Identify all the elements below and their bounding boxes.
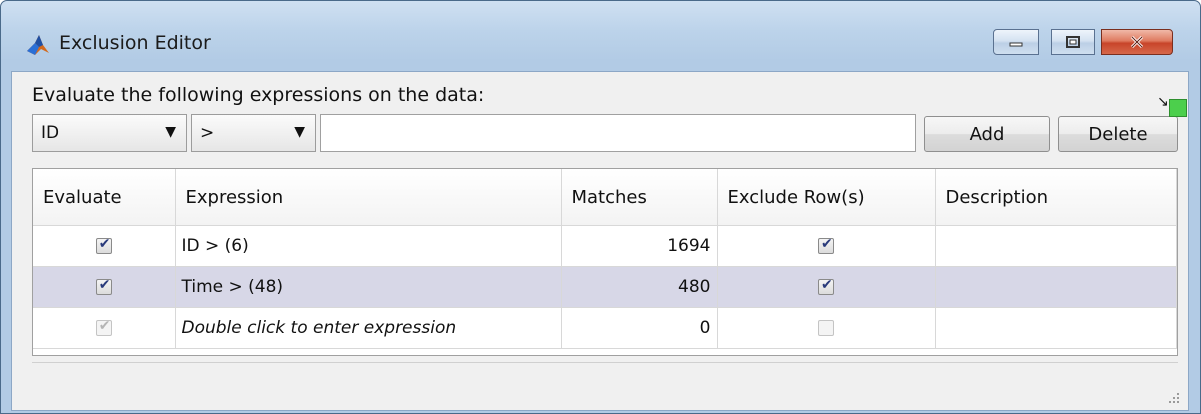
evaluate-checkbox[interactable]: ✔ bbox=[95, 277, 112, 295]
check-icon: ✔ bbox=[821, 236, 833, 252]
exclusion-editor-window: Exclusion Editor Evaluate the following … bbox=[0, 0, 1201, 414]
expression-cell[interactable]: Time > (48) bbox=[175, 266, 562, 308]
exclude-cell bbox=[717, 307, 936, 349]
evaluate-cell: ✔ bbox=[33, 307, 176, 349]
exclude-checkbox-disabled bbox=[818, 320, 834, 336]
status-area bbox=[32, 362, 1178, 403]
operator-select-value: > bbox=[200, 123, 215, 143]
table-header-row: Evaluate Expression Matches Exclude Row(… bbox=[33, 169, 1177, 226]
resize-grip-icon[interactable] bbox=[1166, 390, 1180, 404]
check-icon: ✔ bbox=[98, 318, 111, 334]
close-icon bbox=[1130, 35, 1144, 49]
close-button[interactable] bbox=[1101, 29, 1173, 55]
expression-table: Evaluate Expression Matches Exclude Row(… bbox=[32, 168, 1178, 356]
check-icon: ✔ bbox=[821, 277, 833, 293]
exclude-cell[interactable]: ✔ bbox=[717, 225, 936, 267]
maximize-button[interactable] bbox=[1051, 29, 1095, 55]
description-cell[interactable] bbox=[935, 225, 1177, 267]
table-row[interactable]: ✔ Time > (48) 480 ✔ bbox=[33, 266, 1177, 308]
column-header-evaluate[interactable]: Evaluate bbox=[33, 169, 176, 226]
window-title: Exclusion Editor bbox=[59, 32, 211, 54]
evaluate-checkbox-disabled: ✔ bbox=[95, 318, 112, 336]
status-indicator bbox=[1169, 99, 1187, 117]
collapse-arrow-icon[interactable]: ↘ bbox=[1157, 94, 1169, 110]
table-row-placeholder[interactable]: ✔ Double click to enter expression 0 bbox=[33, 307, 1177, 349]
delete-button[interactable]: Delete bbox=[1058, 116, 1178, 152]
expression-placeholder-cell[interactable]: Double click to enter expression bbox=[175, 307, 562, 349]
evaluate-cell[interactable]: ✔ bbox=[33, 225, 176, 267]
exclude-cell[interactable]: ✔ bbox=[717, 266, 936, 308]
description-cell[interactable] bbox=[935, 307, 1177, 349]
evaluate-cell[interactable]: ✔ bbox=[33, 266, 176, 308]
minimize-button[interactable] bbox=[993, 29, 1039, 55]
column-header-exclude-rows[interactable]: Exclude Row(s) bbox=[717, 169, 936, 226]
matches-cell: 1694 bbox=[561, 225, 718, 267]
table-row[interactable]: ✔ ID > (6) 1694 ✔ bbox=[33, 225, 1177, 267]
field-select[interactable]: ID ▼ bbox=[32, 114, 187, 152]
exclude-checkbox[interactable]: ✔ bbox=[818, 236, 834, 254]
exclude-checkbox[interactable]: ✔ bbox=[818, 277, 834, 295]
evaluate-checkbox[interactable]: ✔ bbox=[95, 236, 112, 254]
expression-cell[interactable]: ID > (6) bbox=[175, 225, 562, 267]
expression-value-input[interactable] bbox=[320, 114, 916, 152]
check-icon: ✔ bbox=[98, 277, 111, 293]
minimize-icon bbox=[1009, 42, 1023, 47]
description-cell[interactable] bbox=[935, 266, 1177, 308]
evaluate-prompt-label: Evaluate the following expressions on th… bbox=[32, 84, 485, 106]
column-header-expression[interactable]: Expression bbox=[175, 169, 562, 226]
editor-body: Evaluate the following expressions on th… bbox=[11, 71, 1189, 411]
matches-cell: 480 bbox=[561, 266, 718, 308]
title-bar[interactable]: Exclusion Editor bbox=[1, 1, 1200, 61]
matlab-membrane-icon bbox=[27, 35, 49, 55]
column-header-description[interactable]: Description bbox=[935, 169, 1177, 226]
chevron-down-icon: ▼ bbox=[294, 124, 305, 140]
matches-cell: 0 bbox=[561, 307, 718, 349]
column-header-matches[interactable]: Matches bbox=[561, 169, 718, 226]
operator-select[interactable]: > ▼ bbox=[191, 114, 316, 152]
maximize-icon bbox=[1066, 36, 1080, 48]
field-select-value: ID bbox=[41, 123, 60, 143]
add-button[interactable]: Add bbox=[924, 116, 1050, 152]
check-icon: ✔ bbox=[98, 236, 111, 252]
chevron-down-icon: ▼ bbox=[165, 124, 176, 140]
